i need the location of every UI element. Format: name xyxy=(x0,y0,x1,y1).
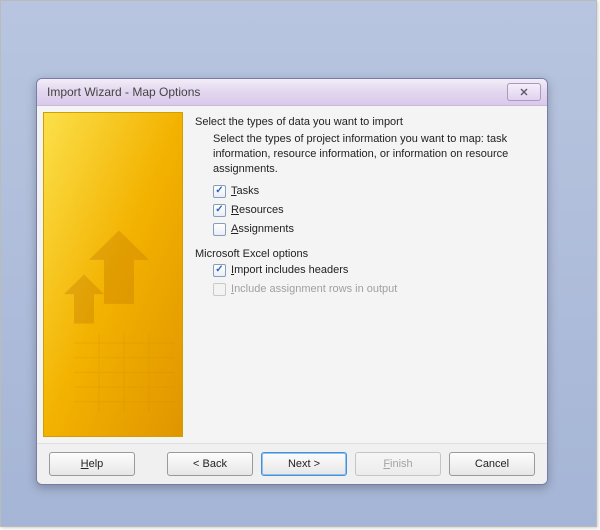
import-headers-option[interactable]: Import includes headers xyxy=(213,264,533,277)
assignments-checkbox[interactable] xyxy=(213,223,226,236)
dialog-body: Select the types of data you want to imp… xyxy=(37,106,547,443)
button-row: Help < Back Next > Finish Cancel xyxy=(37,443,547,484)
section-data-types-title: Select the types of data you want to imp… xyxy=(195,116,533,128)
include-rows-option: Include assignment rows in output xyxy=(213,283,533,296)
help-button[interactable]: Help xyxy=(49,452,135,476)
import-headers-checkbox[interactable] xyxy=(213,264,226,277)
close-button[interactable] xyxy=(507,83,541,101)
resources-checkbox[interactable] xyxy=(213,204,226,217)
data-type-options: Tasks Resources Assignments xyxy=(213,185,533,236)
next-button[interactable]: Next > xyxy=(261,452,347,476)
content-area: Select the types of data you want to imp… xyxy=(189,106,547,443)
excel-options: Import includes headers Include assignme… xyxy=(213,264,533,296)
tasks-checkbox[interactable] xyxy=(213,185,226,198)
finish-button: Finish xyxy=(355,452,441,476)
section-excel-title: Microsoft Excel options xyxy=(195,248,533,260)
section-data-types-desc: Select the types of project information … xyxy=(213,132,533,177)
cancel-button[interactable]: Cancel xyxy=(449,452,535,476)
resources-label: Resources xyxy=(231,204,284,216)
import-wizard-dialog: Import Wizard - Map Options xyxy=(36,78,548,485)
include-rows-label: Include assignment rows in output xyxy=(231,283,397,295)
wizard-graphic xyxy=(43,112,183,437)
close-icon xyxy=(519,87,529,97)
tasks-option[interactable]: Tasks xyxy=(213,185,533,198)
titlebar: Import Wizard - Map Options xyxy=(37,79,547,106)
import-headers-label: Import includes headers xyxy=(231,264,348,276)
assignments-label: Assignments xyxy=(231,223,294,235)
back-button[interactable]: < Back xyxy=(167,452,253,476)
tasks-label: Tasks xyxy=(231,185,259,197)
include-rows-checkbox xyxy=(213,283,226,296)
window-title: Import Wizard - Map Options xyxy=(47,85,507,99)
resources-option[interactable]: Resources xyxy=(213,204,533,217)
assignments-option[interactable]: Assignments xyxy=(213,223,533,236)
